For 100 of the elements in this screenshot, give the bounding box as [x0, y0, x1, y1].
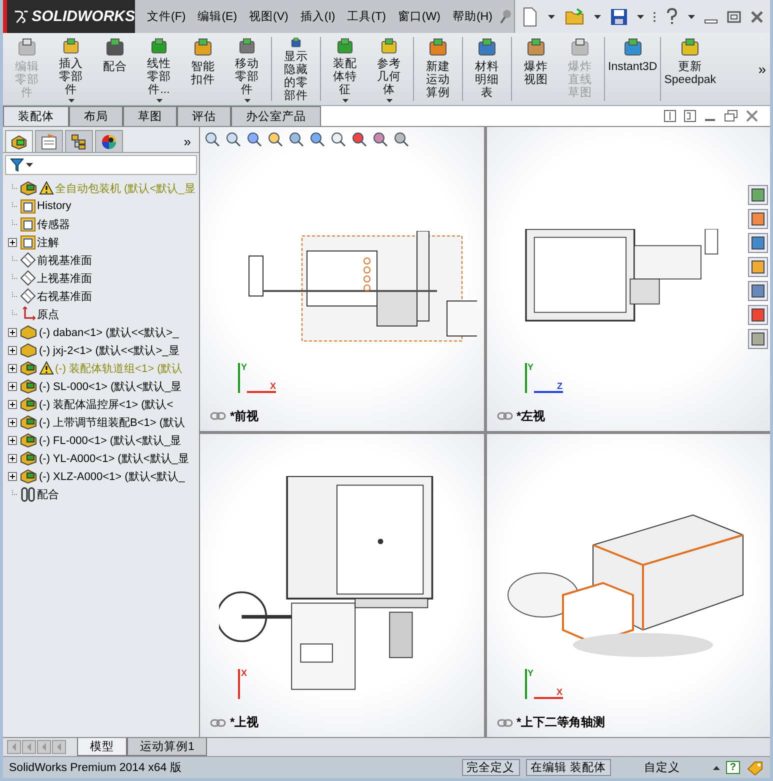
ribbon-button[interactable]: 材料明细表	[465, 33, 509, 105]
tree-item[interactable]: 传感器	[37, 216, 70, 232]
ribbon-button[interactable]: 移动零部件	[225, 33, 269, 105]
tree-item[interactable]: 原点	[37, 306, 59, 322]
viewport[interactable]: Y X *上下二等角轴测	[486, 434, 770, 737]
caret-up-icon[interactable]	[712, 766, 720, 770]
viewport[interactable]: Y Z *左视	[486, 127, 770, 430]
tree-item[interactable]: (-) YL-A000<1> (默认<默认_显	[39, 450, 189, 466]
ribbon-button[interactable]: 参考几何体	[367, 33, 411, 105]
axis-label: X	[247, 382, 276, 392]
tree-item[interactable]: (-) 装配体温控屏<1> (默认<	[39, 396, 174, 412]
caret-icon[interactable]	[636, 14, 644, 18]
maximize-icon[interactable]	[726, 10, 741, 24]
ribbon-button[interactable]: 插入零部件	[49, 33, 93, 105]
split-vertical-icon[interactable]	[684, 110, 696, 122]
link-icon	[496, 411, 512, 421]
model-tab[interactable]: 模型	[77, 738, 127, 756]
viewport[interactable]: Y X *前视	[200, 127, 484, 430]
ds-logo-icon	[13, 8, 30, 24]
expand-icon[interactable]	[8, 364, 16, 372]
view-name: *上下二等角轴测	[516, 714, 606, 731]
tree-item[interactable]: 右视基准面	[37, 288, 92, 304]
command-tab[interactable]: 布局	[69, 106, 123, 126]
ribbon-button[interactable]: 线性零部件...	[137, 33, 181, 105]
tree-item[interactable]: (-) XLZ-A000<1> (默认<默认_	[39, 468, 185, 484]
plane-icon	[20, 252, 36, 268]
ribbon-button[interactable]: 新建运动算例	[416, 33, 460, 105]
expand-icon[interactable]	[8, 472, 16, 480]
menu-item[interactable]: 插入(I)	[294, 9, 342, 24]
panel-tab[interactable]	[35, 130, 63, 152]
panel-tab[interactable]	[65, 130, 93, 152]
expand-icon[interactable]	[8, 400, 16, 408]
ribbon-button[interactable]: 更新 Speedpak	[663, 33, 718, 105]
panel-tab[interactable]	[5, 130, 33, 152]
menu-item[interactable]: 视图(V)	[243, 9, 294, 24]
units-selector[interactable]: 自定义	[616, 760, 707, 775]
expand-icon[interactable]	[8, 382, 16, 390]
split-horizontal-icon[interactable]	[664, 110, 676, 122]
tree-item[interactable]: 前视基准面	[37, 252, 92, 268]
command-tab[interactable]: 办公室产品	[231, 106, 321, 126]
close-icon[interactable]	[746, 110, 758, 122]
grip-icon[interactable]	[652, 10, 656, 22]
tree-item[interactable]: 配合	[37, 486, 59, 502]
ribbon-button[interactable]: 爆炸视图	[514, 33, 558, 105]
tree-item[interactable]: (-) jxj-2<1> (默认<<默认>_显	[39, 342, 180, 358]
caret-icon[interactable]	[688, 14, 695, 18]
help-button[interactable]: ?	[726, 761, 740, 774]
zoom-area-icon[interactable]	[225, 131, 241, 147]
expand-icon[interactable]	[8, 238, 16, 246]
new-document-icon[interactable]	[521, 6, 540, 26]
tree-item[interactable]: 注解	[37, 234, 59, 250]
ribbon-button[interactable]: 配合	[93, 33, 137, 105]
menu-item[interactable]: 编辑(E)	[192, 9, 244, 24]
link-icon	[496, 718, 512, 728]
save-icon[interactable]	[610, 8, 628, 26]
ribbon-button[interactable]: 智能扣件	[181, 33, 225, 105]
caret-icon	[386, 99, 392, 103]
tree-item[interactable]: (-) FL-000<1> (默认<默认_显	[39, 432, 182, 448]
help-icon[interactable]	[664, 8, 679, 26]
configuration-icon	[70, 134, 88, 150]
tree-item[interactable]: History	[37, 200, 72, 212]
tree-item[interactable]: (-) 上带调节组装配B<1> (默认	[39, 414, 186, 430]
command-tab[interactable]: 装配体	[3, 106, 69, 126]
ribbon-button[interactable]: Instant3D	[607, 33, 658, 105]
axis-label: Y	[524, 362, 534, 392]
ribbon-button[interactable]: 装配体特征	[323, 33, 367, 105]
assembly-icon	[20, 360, 38, 376]
tree-item[interactable]: (-) daban<1> (默认<<默认>_	[39, 324, 179, 340]
model-tab[interactable]: 运动算例1	[127, 738, 208, 756]
expand-icon[interactable]	[8, 328, 16, 336]
tree-item[interactable]: 上视基准面	[37, 270, 92, 286]
caret-icon[interactable]	[548, 14, 556, 18]
caret-icon[interactable]	[594, 14, 601, 18]
caret-icon	[342, 99, 348, 103]
menu-item[interactable]: 窗口(W)	[392, 9, 446, 24]
filter-bar[interactable]	[5, 155, 197, 175]
panel-tab[interactable]	[95, 130, 123, 152]
close-icon[interactable]	[750, 10, 764, 24]
viewport[interactable]: X *上视	[200, 434, 484, 737]
restore-icon[interactable]	[724, 110, 738, 122]
menu-item[interactable]: 文件(F)	[141, 9, 192, 24]
more-button[interactable]: »	[754, 33, 770, 105]
view-name: *前视	[230, 408, 259, 424]
command-tab[interactable]: 评估	[177, 106, 231, 126]
zoom-fit-icon[interactable]	[204, 131, 220, 147]
origin-icon	[20, 306, 36, 322]
command-tab[interactable]: 草图	[123, 106, 177, 126]
tree-item[interactable]: (-) SL-000<1> (默认<默认_显	[39, 378, 182, 394]
tag-icon[interactable]	[746, 760, 764, 776]
ribbon-button[interactable]: 显示隐藏的零部件	[274, 33, 318, 105]
menu-item[interactable]: 工具(T)	[341, 9, 392, 24]
expand-icon[interactable]	[8, 454, 16, 462]
menu-item[interactable]: 帮助(H)	[446, 9, 498, 24]
filter-icon	[10, 158, 24, 172]
expand-icon[interactable]	[8, 436, 16, 444]
expand-icon[interactable]	[8, 346, 16, 354]
expand-button[interactable]: »	[178, 130, 197, 152]
expand-icon[interactable]	[8, 418, 16, 426]
plane-icon	[20, 270, 36, 286]
open-folder-icon[interactable]	[564, 8, 584, 26]
